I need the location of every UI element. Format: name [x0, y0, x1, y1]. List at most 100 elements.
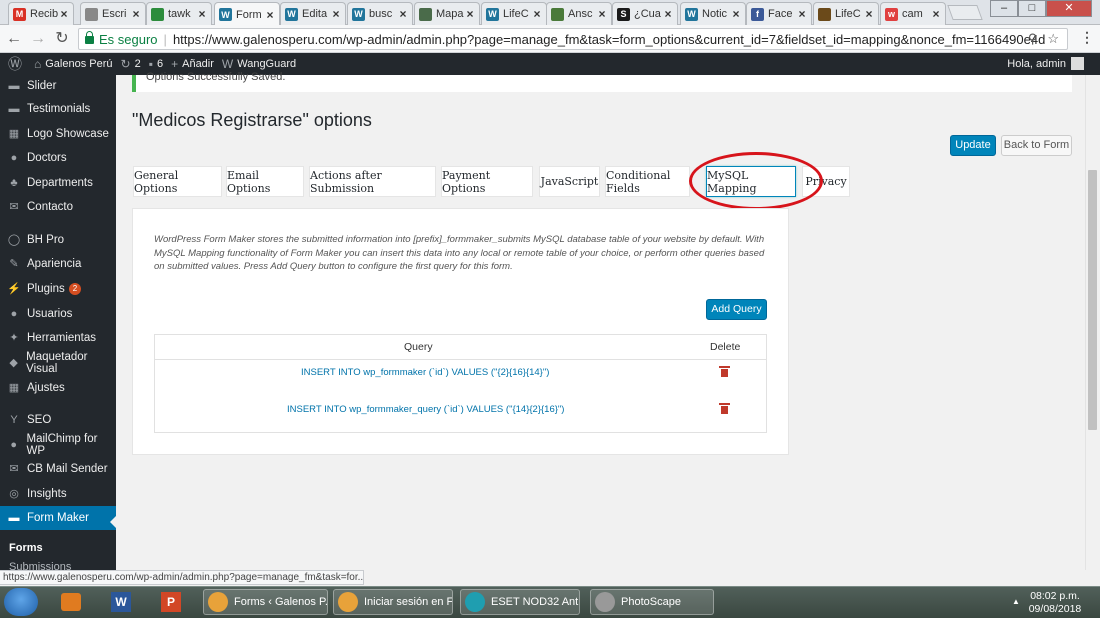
- trash-icon[interactable]: [719, 366, 730, 377]
- sidebar-item[interactable]: ✉ CB Mail Sender: [0, 457, 116, 481]
- bookmark-star-icon[interactable]: ☆: [1047, 31, 1059, 47]
- howdy-text: Hola, admin: [1007, 57, 1066, 70]
- site-name-link[interactable]: ⌂ Galenos Perú: [34, 57, 113, 71]
- start-button-icon[interactable]: [4, 588, 38, 616]
- sidebar-item[interactable]: ▬ Testimonials: [0, 97, 116, 121]
- tab-option[interactable]: Email Options: [226, 166, 304, 197]
- tab-option[interactable]: Conditional Fields: [605, 166, 690, 197]
- word-icon[interactable]: W: [108, 590, 134, 614]
- secure-label: Es seguro: [99, 31, 158, 47]
- updates-link[interactable]: ↻ 2: [121, 57, 141, 71]
- close-tab-icon[interactable]: ×: [398, 7, 408, 21]
- tray-arrow-icon[interactable]: ▲: [1012, 597, 1020, 606]
- system-clock[interactable]: 08:02 p.m. 09/08/2018: [1022, 590, 1088, 616]
- browser-menu-icon[interactable]: ⋮: [1080, 29, 1094, 46]
- close-tab-icon[interactable]: ×: [731, 7, 741, 21]
- query-row-link[interactable]: INSERT INTO wp_formmaker (`id`) VALUES (…: [301, 367, 549, 378]
- browser-tab[interactable]: W Notic ×: [680, 2, 746, 25]
- browser-tab[interactable]: tawk ×: [146, 2, 212, 25]
- query-row-link[interactable]: INSERT INTO wp_formmaker_query (`id`) VA…: [287, 404, 564, 415]
- sidebar-item[interactable]: ◎ Insights: [0, 482, 116, 506]
- sidebar-item[interactable]: ● Usuarios: [0, 302, 116, 326]
- wrench-icon: ✦: [9, 332, 19, 344]
- update-button[interactable]: Update: [950, 135, 996, 156]
- close-tab-icon[interactable]: ×: [265, 8, 275, 22]
- sidebar-item[interactable]: ✦ Herramientas: [0, 326, 116, 350]
- tab-option[interactable]: Payment Options: [441, 166, 533, 197]
- query-column-header: Query: [404, 341, 433, 353]
- taskbar-task[interactable]: Iniciar sesión en F...: [333, 589, 453, 615]
- sidebar-item[interactable]: ⚡ Plugins 2: [0, 277, 116, 301]
- back-to-form-button[interactable]: Back to Form: [1001, 135, 1072, 156]
- close-tab-icon[interactable]: ×: [931, 7, 941, 21]
- minimize-icon[interactable]: –: [990, 0, 1018, 17]
- scrollbar-thumb[interactable]: [1088, 170, 1097, 430]
- tab-option[interactable]: Actions after Submission: [309, 166, 436, 197]
- sidebar-item-label: Insights: [27, 488, 67, 500]
- browser-tab[interactable]: LifeC ×: [813, 2, 879, 25]
- sidebar-item[interactable]: ● MailChimp for WP: [0, 433, 116, 457]
- sidebar-item[interactable]: ♣ Departments: [0, 171, 116, 195]
- close-tab-icon[interactable]: ×: [59, 7, 69, 21]
- browser-tab[interactable]: Ansc ×: [546, 2, 612, 25]
- tab-option[interactable]: General Options: [133, 166, 222, 197]
- tab-option[interactable]: JavaScript: [539, 166, 600, 197]
- back-arrow-icon[interactable]: ←: [4, 29, 24, 49]
- user-icon: ●: [10, 152, 18, 164]
- wangguard-link[interactable]: W WangGuard: [222, 57, 296, 71]
- browser-tab[interactable]: M Recib ×: [8, 2, 74, 25]
- taskbar-task[interactable]: PhotoScape: [590, 589, 714, 615]
- wordpress-logo-icon[interactable]: Ⓦ: [8, 54, 26, 74]
- browser-tab[interactable]: W LifeC ×: [481, 2, 547, 25]
- close-tab-icon[interactable]: ×: [131, 7, 141, 21]
- photoscape-icon: [595, 592, 615, 612]
- sidebar-item[interactable]: ✎ Apariencia: [0, 252, 116, 276]
- maximize-icon[interactable]: □: [1018, 0, 1046, 17]
- comments-link[interactable]: ▪ 6: [149, 57, 163, 71]
- taskbar-task[interactable]: Forms ‹ Galenos P...: [203, 589, 328, 615]
- add-new-link[interactable]: + Añadir: [171, 57, 214, 71]
- close-tab-icon[interactable]: ×: [532, 7, 542, 21]
- browser-tab[interactable]: W Edita ×: [280, 2, 346, 25]
- url-text[interactable]: https://www.galenosperu.com/wp-admin/adm…: [173, 32, 1045, 47]
- browser-tab[interactable]: W Form ×: [214, 2, 280, 26]
- browser-tab[interactable]: f Face ×: [746, 2, 812, 25]
- sidebar-item[interactable]: ✉ Contacto: [0, 195, 116, 219]
- url-bar[interactable]: Es seguro | https://www.galenosperu.com/…: [78, 28, 1068, 50]
- powerpoint-icon[interactable]: P: [158, 590, 184, 614]
- browser-tab[interactable]: S ¿Cua ×: [612, 2, 678, 25]
- departments-icon: ♣: [10, 177, 18, 189]
- zoom-search-icon[interactable]: ⚲: [1028, 31, 1038, 47]
- close-tab-icon[interactable]: ×: [797, 7, 807, 21]
- close-tab-icon[interactable]: ×: [465, 7, 475, 21]
- sidebar-item[interactable]: ◯ BH Pro: [0, 228, 116, 252]
- media-player-icon[interactable]: [58, 590, 84, 614]
- sidebar-item[interactable]: ▦ Ajustes: [0, 376, 116, 400]
- account-menu[interactable]: Hola, admin: [1007, 57, 1084, 70]
- close-tab-icon[interactable]: ×: [663, 7, 673, 21]
- sidebar-item[interactable]: ● Doctors: [0, 146, 116, 170]
- sidebar-item[interactable]: ▦ Logo Showcase: [0, 122, 116, 146]
- trash-icon[interactable]: [719, 403, 730, 414]
- add-query-button[interactable]: Add Query: [706, 299, 767, 320]
- close-window-icon[interactable]: ✕: [1046, 0, 1092, 17]
- sidebar-item[interactable]: Y SEO: [0, 408, 116, 432]
- taskbar-task[interactable]: ESET NOD32 Anti...: [460, 589, 580, 615]
- close-tab-icon[interactable]: ×: [864, 7, 874, 21]
- close-tab-icon[interactable]: ×: [197, 7, 207, 21]
- browser-tab[interactable]: Escri ×: [80, 2, 146, 25]
- reload-icon[interactable]: ↻: [52, 29, 72, 49]
- sidebar-item[interactable]: ▬ Slider: [0, 75, 116, 98]
- forward-arrow-icon[interactable]: →: [28, 29, 48, 49]
- new-tab-button[interactable]: [947, 5, 983, 20]
- sidebar-item[interactable]: ◆ Maquetador Visual: [0, 351, 116, 375]
- browser-tab[interactable]: Mapa ×: [414, 2, 480, 25]
- sidebar-item[interactable]: ▬ Form Maker: [0, 506, 116, 530]
- close-tab-icon[interactable]: ×: [331, 7, 341, 21]
- settings-icon: ▦: [8, 382, 20, 394]
- browser-tab[interactable]: w cam ×: [880, 2, 946, 25]
- close-tab-icon[interactable]: ×: [597, 7, 607, 21]
- browser-tab[interactable]: Wbusc ×: [347, 2, 413, 25]
- submenu-forms[interactable]: Forms: [9, 542, 43, 554]
- secure-indicator[interactable]: Es seguro: [85, 31, 158, 47]
